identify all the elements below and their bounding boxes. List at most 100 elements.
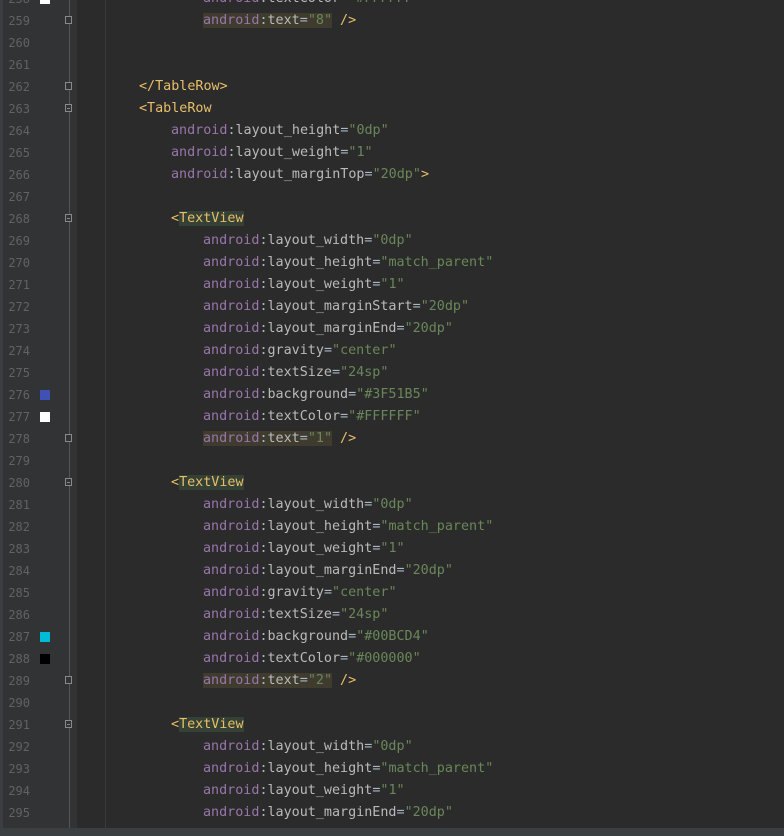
code-line[interactable]: 267 [0, 186, 784, 208]
attr-name: layout_height [267, 519, 373, 534]
fold-end-icon[interactable] [65, 434, 72, 442]
code-line[interactable]: 289 android:text="2" /> [0, 670, 784, 692]
attr-namespace: android [203, 629, 260, 644]
attr-value: 1 [388, 783, 397, 798]
code-line[interactable]: 264 android:layout_height="0dp" [0, 120, 784, 142]
code-line[interactable]: 283 android:layout_weight="1" [0, 538, 784, 560]
code-line[interactable]: 272 android:layout_marginStart="20dp" [0, 296, 784, 318]
attr-value: 20dp [428, 299, 461, 314]
code-text: android:background="#00BCD4" [107, 626, 429, 648]
code-line[interactable]: 281 android:layout_width="0dp" [0, 494, 784, 516]
code-line[interactable]: 288 android:textColor="#000000" [0, 648, 784, 670]
code-text: android:gravity="center" [107, 582, 397, 604]
attr-namespace: android [203, 607, 260, 622]
attr-name: layout_height [267, 255, 373, 270]
code-line[interactable]: 278 android:text="1" /> [0, 428, 784, 450]
fold-end-icon[interactable] [65, 16, 72, 24]
quote: " [372, 167, 381, 182]
attr-value: 20dp [380, 167, 413, 182]
attr-value: #FFFFFF [356, 0, 412, 6]
colon: : [259, 409, 268, 424]
code-line[interactable]: 263 <TableRow [0, 98, 784, 120]
attr-namespace: android [203, 299, 260, 314]
attribute: android:gravity="center" [203, 585, 397, 600]
code-line[interactable]: 266 android:layout_marginTop="20dp"> [0, 164, 784, 186]
code-line[interactable]: 280 <TextView [0, 472, 784, 494]
code-line[interactable]: 258android:textColor="#FFFFFF" [0, 0, 784, 10]
code-line[interactable]: 262 </TableRow> [0, 76, 784, 98]
code-line[interactable]: 287 android:background="#00BCD4" [0, 626, 784, 648]
colon: : [259, 387, 268, 402]
attribute: android:layout_height="0dp" [171, 123, 389, 138]
code-line[interactable]: 284 android:layout_marginEnd="20dp" [0, 560, 784, 582]
code-line[interactable]: 275 android:textSize="24sp" [0, 362, 784, 384]
code-line[interactable]: 270 android:layout_height="match_parent" [0, 252, 784, 274]
fold-expand-icon[interactable] [65, 104, 72, 112]
quote: " [323, 431, 332, 446]
attribute: android:layout_marginEnd="20dp" [203, 321, 453, 336]
line-number: 293 [8, 762, 30, 776]
code-line[interactable]: 273 android:layout_marginEnd="20dp" [0, 318, 784, 340]
code-line[interactable]: 274 android:gravity="center" [0, 340, 784, 362]
code-line[interactable]: 282 android:layout_height="match_parent" [0, 516, 784, 538]
colon: : [259, 233, 268, 248]
colon: : [259, 629, 268, 644]
quote: " [396, 541, 405, 556]
code-line[interactable]: 290 [0, 692, 784, 714]
quote: " [404, 233, 413, 248]
color-swatch-icon[interactable] [40, 412, 50, 422]
code-line[interactable]: 265 android:layout_weight="1" [0, 142, 784, 164]
code-line[interactable]: 295 android:layout_marginEnd="20dp" [0, 802, 784, 824]
code-line[interactable]: 260 [0, 32, 784, 54]
tag-name: TextView [179, 211, 244, 226]
attr-value: 1 [388, 541, 397, 556]
code-text: android:layout_marginEnd="20dp" [107, 318, 453, 340]
fold-end-icon[interactable] [65, 82, 72, 90]
code-text: android:textColor="#FFFFFF" [107, 406, 421, 428]
color-swatch-icon[interactable] [40, 390, 50, 400]
code-line[interactable]: 269 android:layout_width="0dp" [0, 230, 784, 252]
code-editor[interactable]: 258android:textColor="#FFFFFF"259android… [0, 0, 784, 836]
code-line[interactable]: 294 android:layout_weight="1" [0, 780, 784, 802]
code-line[interactable]: 286 android:textSize="24sp" [0, 604, 784, 626]
line-number: 264 [8, 124, 30, 138]
code-text: android:layout_width="0dp" [107, 230, 413, 252]
code-line[interactable]: 293 android:layout_height="match_parent" [0, 758, 784, 780]
code-line[interactable]: 271 android:layout_weight="1" [0, 274, 784, 296]
attr-name: layout_marginStart [267, 299, 413, 314]
attribute: android:text="8" [203, 13, 332, 28]
code-line[interactable]: 291 <TextView [0, 714, 784, 736]
code-line[interactable]: 276 android:background="#3F51B5" [0, 384, 784, 406]
code-line[interactable]: 285 android:gravity="center" [0, 582, 784, 604]
fold-expand-icon[interactable] [65, 720, 72, 728]
attribute: android:layout_height="match_parent" [203, 519, 493, 534]
equals: = [299, 673, 308, 688]
quote: " [404, 321, 413, 336]
attribute: android:textSize="24sp" [203, 365, 388, 380]
fold-expand-icon[interactable] [65, 214, 72, 222]
attr-name: layout_weight [235, 145, 341, 160]
line-number: 295 [8, 806, 30, 820]
equals: = [299, 431, 308, 446]
code-line[interactable]: 292 android:layout_width="0dp" [0, 736, 784, 758]
code-line[interactable]: 261 [0, 54, 784, 76]
quote: " [404, 497, 413, 512]
color-swatch-icon[interactable] [40, 0, 50, 4]
attr-name: layout_weight [267, 541, 373, 556]
quote: " [307, 13, 316, 28]
color-swatch-icon[interactable] [40, 654, 50, 664]
equals: = [323, 343, 332, 358]
attr-value: center [340, 343, 389, 358]
code-line[interactable]: 277 android:textColor="#FFFFFF" [0, 406, 784, 428]
fold-expand-icon[interactable] [65, 478, 72, 486]
color-swatch-icon[interactable] [40, 632, 50, 642]
fold-end-icon[interactable] [65, 676, 72, 684]
attr-name: textSize [267, 607, 333, 622]
code-line[interactable]: 268 <TextView [0, 208, 784, 230]
colon: : [259, 761, 268, 776]
code-line[interactable]: 279 [0, 450, 784, 472]
horizontal-scrollbar[interactable] [0, 828, 784, 836]
code-text: android:text="2" /> [107, 670, 356, 692]
attr-name: text [267, 13, 300, 28]
code-line[interactable]: 259 android:text="8" /> [0, 10, 784, 32]
